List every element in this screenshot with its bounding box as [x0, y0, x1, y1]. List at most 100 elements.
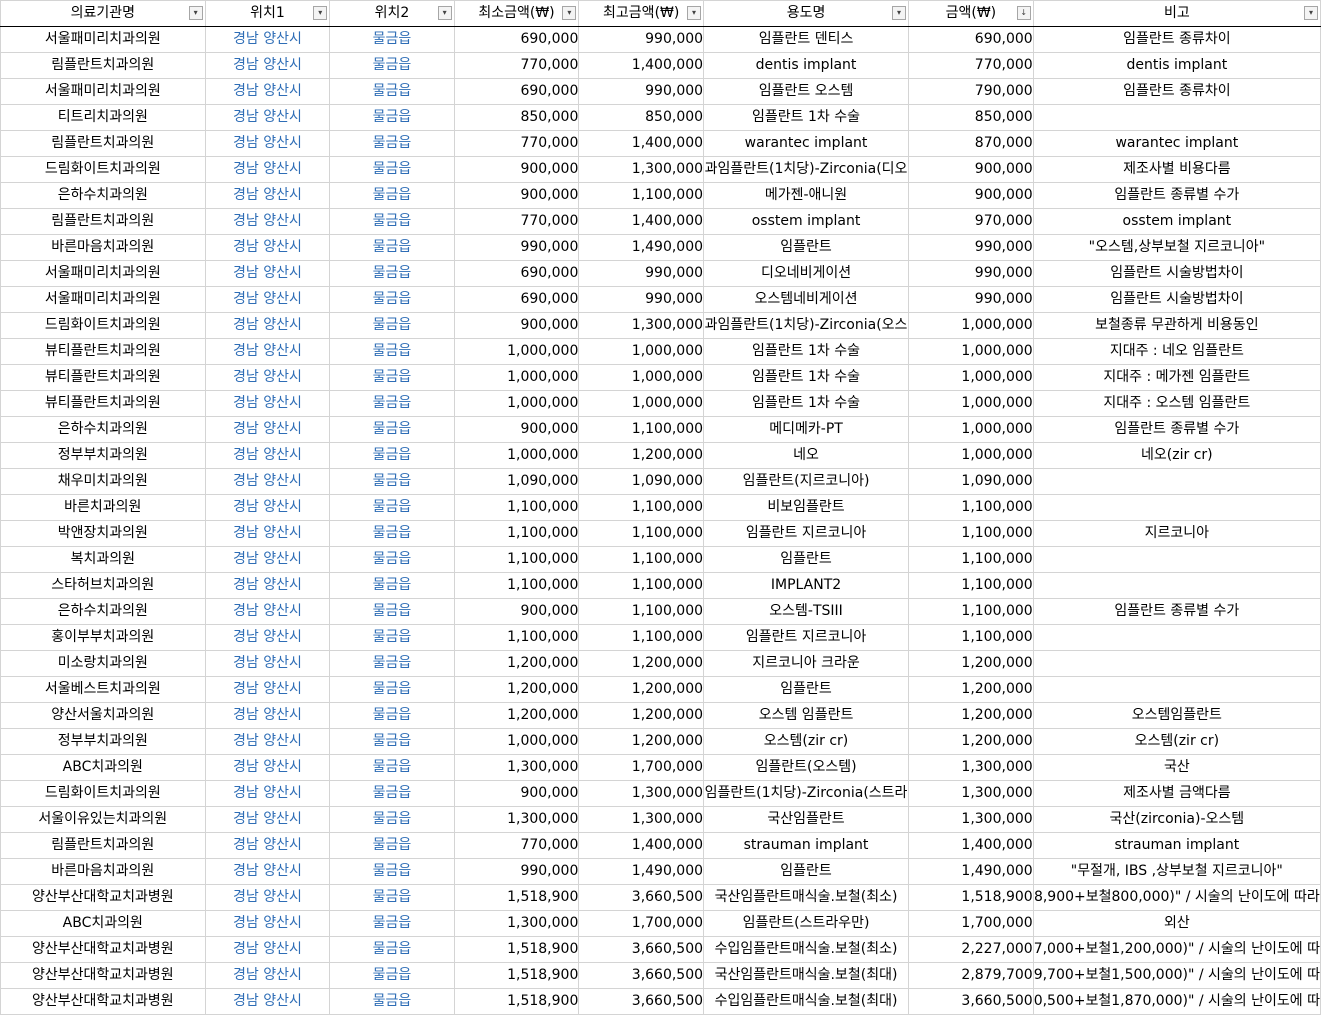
cell-usage-name[interactable]: 임플란트 덴티스: [703, 26, 910, 53]
cell-location2[interactable]: 물금읍: [329, 520, 455, 547]
cell-min-amount[interactable]: 1,000,000: [453, 728, 580, 755]
cell-min-amount[interactable]: 1,518,900: [453, 884, 580, 911]
cell-usage-name[interactable]: 오스템(zir cr): [703, 728, 910, 755]
cell-max-amount[interactable]: 1,100,000: [578, 598, 705, 625]
cell-min-amount[interactable]: 690,000: [453, 286, 580, 313]
cell-institution-name[interactable]: 드림화이트치과의원: [0, 312, 206, 339]
cell-min-amount[interactable]: 1,518,900: [453, 988, 580, 1015]
cell-max-amount[interactable]: 1,200,000: [578, 442, 705, 469]
cell-max-amount[interactable]: 1,100,000: [578, 546, 705, 573]
cell-location2[interactable]: 물금읍: [329, 910, 455, 937]
cell-remarks[interactable]: 오스템(zir cr): [1032, 728, 1321, 755]
cell-remarks[interactable]: [1032, 572, 1321, 599]
cell-location1[interactable]: 경남 양산시: [204, 884, 331, 911]
cell-institution-name[interactable]: 뷰티플란트치과의원: [0, 390, 206, 417]
cell-amount[interactable]: 1,100,000: [908, 572, 1034, 599]
cell-max-amount[interactable]: 1,300,000: [578, 806, 705, 833]
cell-location1[interactable]: 경남 양산시: [204, 260, 331, 287]
cell-amount[interactable]: 1,000,000: [908, 338, 1034, 365]
cell-usage-name[interactable]: 임플란트 1차 수술: [703, 104, 910, 131]
cell-location1[interactable]: 경남 양산시: [204, 988, 331, 1015]
cell-max-amount[interactable]: 1,100,000: [578, 572, 705, 599]
cell-min-amount[interactable]: 1,100,000: [453, 572, 580, 599]
cell-amount[interactable]: 1,200,000: [908, 728, 1034, 755]
cell-amount[interactable]: 990,000: [908, 234, 1034, 261]
cell-max-amount[interactable]: 1,200,000: [578, 728, 705, 755]
cell-institution-name[interactable]: 드림화이트치과의원: [0, 780, 206, 807]
cell-usage-name[interactable]: strauman implant: [703, 832, 910, 859]
cell-max-amount[interactable]: 1,400,000: [578, 130, 705, 157]
cell-location2[interactable]: 물금읍: [329, 858, 455, 885]
column-header-remarks[interactable]: 비고 ▾: [1032, 0, 1321, 27]
cell-remarks[interactable]: 국산: [1032, 754, 1321, 781]
cell-location1[interactable]: 경남 양산시: [204, 312, 331, 339]
cell-amount[interactable]: 790,000: [908, 78, 1034, 105]
cell-amount[interactable]: 1,300,000: [908, 754, 1034, 781]
cell-location1[interactable]: 경남 양산시: [204, 208, 331, 235]
cell-location1[interactable]: 경남 양산시: [204, 26, 331, 53]
cell-amount[interactable]: 990,000: [908, 260, 1034, 287]
cell-amount[interactable]: 1,000,000: [908, 312, 1034, 339]
cell-usage-name[interactable]: 디오네비게이션: [703, 260, 910, 287]
cell-min-amount[interactable]: 1,300,000: [453, 754, 580, 781]
cell-institution-name[interactable]: 티트리치과의원: [0, 104, 206, 131]
cell-min-amount[interactable]: 1,200,000: [453, 650, 580, 677]
cell-amount[interactable]: 1,100,000: [908, 546, 1034, 573]
cell-institution-name[interactable]: 정부부치과의원: [0, 728, 206, 755]
cell-min-amount[interactable]: 900,000: [453, 780, 580, 807]
filter-dropdown-icon[interactable]: ▾: [313, 6, 328, 20]
cell-location1[interactable]: 경남 양산시: [204, 286, 331, 313]
cell-amount[interactable]: 1,100,000: [908, 598, 1034, 625]
cell-usage-name[interactable]: 국산임플란트: [703, 806, 910, 833]
cell-remarks[interactable]: 제조사별 비용다름: [1032, 156, 1321, 183]
cell-location2[interactable]: 물금읍: [329, 624, 455, 651]
cell-min-amount[interactable]: 1,000,000: [453, 442, 580, 469]
column-header-min-amount[interactable]: 최소금액(₩) ▾: [453, 0, 580, 27]
cell-amount[interactable]: 1,200,000: [908, 702, 1034, 729]
cell-remarks[interactable]: 국산(zirconia)-오스템: [1032, 806, 1321, 833]
cell-location2[interactable]: 물금읍: [329, 884, 455, 911]
cell-min-amount[interactable]: 1,100,000: [453, 624, 580, 651]
cell-usage-name[interactable]: 임플란트 지르코니아: [703, 624, 910, 651]
cell-usage-name[interactable]: dentis implant: [703, 52, 910, 79]
cell-institution-name[interactable]: 은하수치과의원: [0, 416, 206, 443]
cell-min-amount[interactable]: 990,000: [453, 234, 580, 261]
cell-max-amount[interactable]: 990,000: [578, 260, 705, 287]
column-header-amount[interactable]: 금액(₩) ↓: [908, 0, 1034, 27]
cell-institution-name[interactable]: 서울패미리치과의원: [0, 78, 206, 105]
filter-dropdown-icon[interactable]: ▾: [188, 6, 203, 20]
cell-min-amount[interactable]: 1,100,000: [453, 494, 580, 521]
cell-usage-name[interactable]: IMPLANT2: [703, 572, 910, 599]
cell-remarks[interactable]: 0,500+보철1,870,000)" / 시술의 난이도에 따: [1032, 988, 1321, 1015]
cell-max-amount[interactable]: 1,100,000: [578, 624, 705, 651]
cell-max-amount[interactable]: 1,090,000: [578, 468, 705, 495]
cell-location2[interactable]: 물금읍: [329, 806, 455, 833]
cell-location1[interactable]: 경남 양산시: [204, 650, 331, 677]
cell-max-amount[interactable]: 3,660,500: [578, 962, 705, 989]
cell-location1[interactable]: 경남 양산시: [204, 936, 331, 963]
cell-max-amount[interactable]: 1,000,000: [578, 364, 705, 391]
cell-max-amount[interactable]: 1,300,000: [578, 156, 705, 183]
cell-location2[interactable]: 물금읍: [329, 546, 455, 573]
cell-location2[interactable]: 물금읍: [329, 364, 455, 391]
cell-location2[interactable]: 물금읍: [329, 988, 455, 1015]
cell-location2[interactable]: 물금읍: [329, 650, 455, 677]
cell-institution-name[interactable]: 서울패미리치과의원: [0, 286, 206, 313]
cell-institution-name[interactable]: 서울이유있는치과의원: [0, 806, 206, 833]
cell-usage-name[interactable]: 임플란트(1치당)-Zirconia(스트라: [703, 780, 910, 807]
cell-institution-name[interactable]: 양산부산대학교치과병원: [0, 884, 206, 911]
cell-max-amount[interactable]: 1,400,000: [578, 52, 705, 79]
cell-remarks[interactable]: 임플란트 종류별 수가: [1032, 182, 1321, 209]
cell-institution-name[interactable]: 은하수치과의원: [0, 182, 206, 209]
cell-min-amount[interactable]: 900,000: [453, 182, 580, 209]
cell-max-amount[interactable]: 990,000: [578, 78, 705, 105]
sort-filter-icon[interactable]: ↓: [1016, 6, 1031, 20]
cell-usage-name[interactable]: osstem implant: [703, 208, 910, 235]
cell-location1[interactable]: 경남 양산시: [204, 78, 331, 105]
cell-location2[interactable]: 물금읍: [329, 156, 455, 183]
cell-location1[interactable]: 경남 양산시: [204, 910, 331, 937]
cell-max-amount[interactable]: 1,100,000: [578, 520, 705, 547]
cell-institution-name[interactable]: 서울패미리치과의원: [0, 260, 206, 287]
cell-institution-name[interactable]: 서울베스트치과의원: [0, 676, 206, 703]
cell-location1[interactable]: 경남 양산시: [204, 780, 331, 807]
